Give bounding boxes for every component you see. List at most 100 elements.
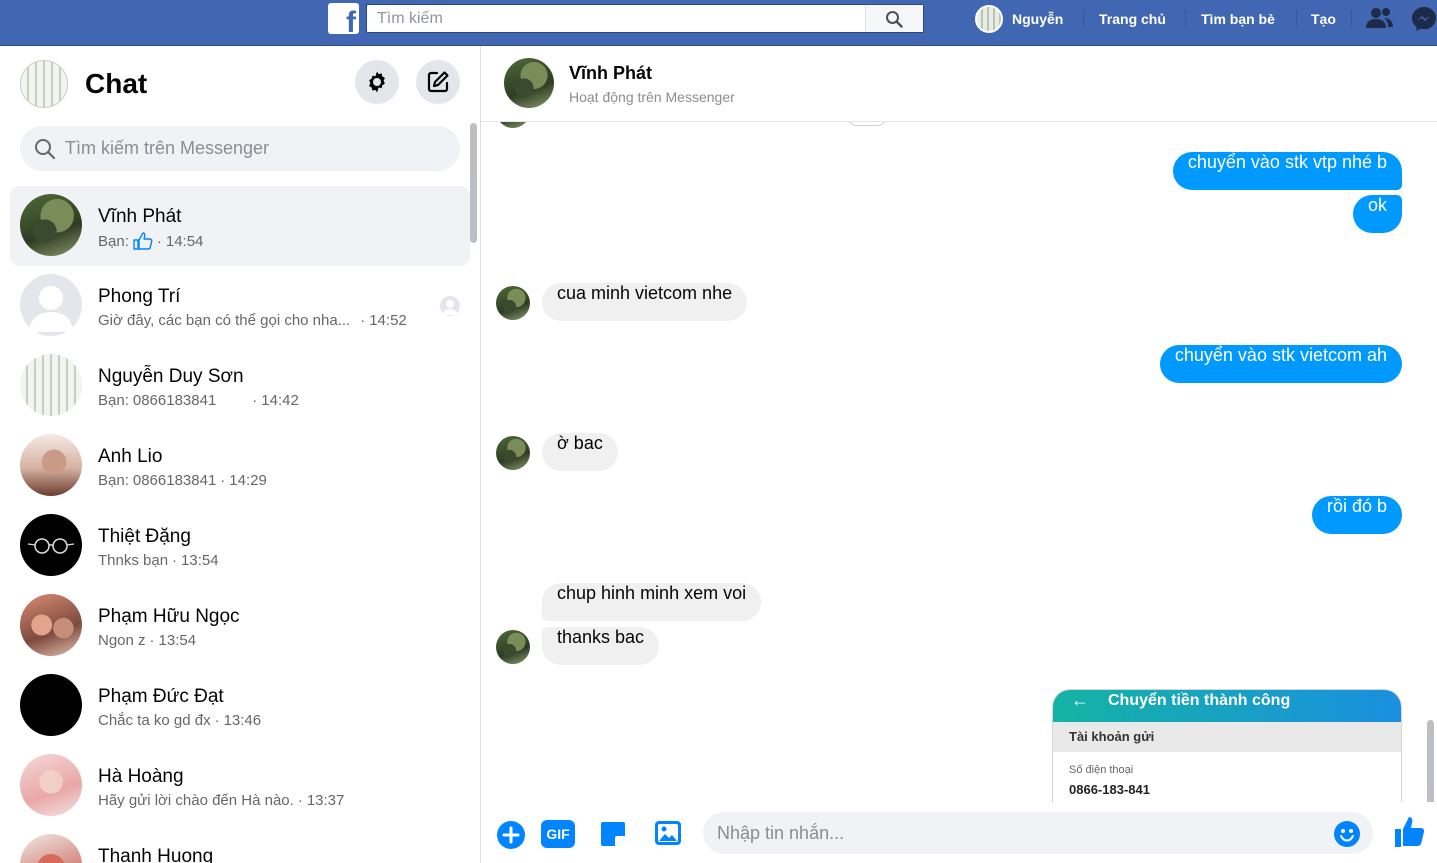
- conversation-item[interactable]: Vĩnh Phát Bạn: · 14:54: [10, 186, 470, 266]
- search-button[interactable]: [865, 5, 923, 32]
- emoji-icon[interactable]: [1333, 820, 1361, 848]
- reaction-badge[interactable]: [847, 122, 887, 126]
- conversation-preview: Chắc ta ko gd đx · 13:46: [98, 712, 261, 729]
- contact-status: Hoạt động trên Messenger: [569, 89, 735, 105]
- plus-circle-icon[interactable]: [496, 820, 526, 850]
- facebook-logo-icon[interactable]: f: [328, 3, 359, 34]
- separator: ·: [297, 792, 303, 809]
- nav-home-link[interactable]: Trang chủ: [1099, 11, 1166, 27]
- messenger-icon[interactable]: [1410, 5, 1437, 33]
- contact-message-avatar: [496, 436, 530, 470]
- nav-create-link[interactable]: Tạo: [1311, 11, 1336, 27]
- nav-find-friends-link[interactable]: Tìm bạn bè: [1201, 11, 1275, 27]
- conversation-preview: Bạn: · 14:54: [98, 232, 203, 250]
- conversation-item[interactable]: Thanh Huong: [10, 826, 470, 863]
- global-search-input[interactable]: [367, 5, 867, 32]
- message-bubble-outgoing[interactable]: ok: [1352, 195, 1402, 233]
- settings-button[interactable]: [355, 60, 399, 104]
- avatar: [20, 274, 82, 336]
- conversation-item[interactable]: Nguyễn Duy Sơn Bạn: 0866183841 · 14:42: [10, 346, 470, 426]
- preview-time: 14:42: [261, 392, 299, 409]
- thumbs-up-icon: [133, 232, 153, 250]
- seen-avatar-icon: [440, 296, 460, 316]
- my-avatar[interactable]: [20, 60, 68, 108]
- conversation-item[interactable]: Phạm Đức Đạt Chắc ta ko gd đx · 13:46: [10, 666, 470, 746]
- message-bubble-incoming[interactable]: chup hinh minh xem voi: [542, 583, 762, 621]
- gif-button[interactable]: GIF: [541, 820, 575, 848]
- thumbs-up-send-icon[interactable]: [1393, 815, 1427, 849]
- separator: ·: [252, 392, 258, 409]
- image-attachment[interactable]: ← Chuyển tiền thành công Tài khoản gửi S…: [1052, 689, 1402, 802]
- preview-text: Thnks bạn: [98, 552, 169, 569]
- back-arrow-icon: ←: [1071, 690, 1089, 710]
- default-user-icon: [29, 286, 73, 332]
- conversation-name: Phạm Đức Đạt: [98, 686, 224, 707]
- attachment-label: Số điện thoại: [1069, 764, 1134, 776]
- profile-link[interactable]: Nguyễn: [975, 4, 1063, 34]
- conversation-item[interactable]: Phạm Hữu Ngọc Ngon z · 13:54: [10, 586, 470, 666]
- preview-prefix: Bạn:: [98, 472, 129, 489]
- avatar: [20, 194, 82, 256]
- profile-name: Nguyễn: [1012, 11, 1064, 27]
- avatar: [20, 434, 82, 496]
- message-bubble-outgoing[interactable]: chuyển vào stk vtp nhé b: [1172, 152, 1402, 190]
- separator: ·: [220, 472, 226, 489]
- message-bubble-outgoing[interactable]: chuyển vào stk vietcom ah: [1159, 345, 1402, 383]
- new-message-button[interactable]: [416, 60, 460, 104]
- conversation-item[interactable]: Hà Hoàng Hãy gửi lời chào đến Hà nào. · …: [10, 746, 470, 826]
- preview-text: 0866183841: [132, 392, 217, 409]
- conversation-panel: Vĩnh Phát Hoạt động trên Messenger chuyể…: [481, 46, 1437, 863]
- conversation-preview: Bạn: 0866183841 · 14:29: [98, 472, 267, 489]
- sticker-icon[interactable]: [598, 819, 628, 849]
- search-icon: [35, 139, 56, 160]
- contact-avatar[interactable]: [504, 58, 554, 108]
- message-thread: chuyển vào stk vtp nhé b ok cua minh vie…: [481, 122, 1437, 802]
- conversation-name: Thiệt Đặng: [98, 526, 191, 547]
- conversation-item[interactable]: Thiệt Đặng Thnks bạn · 13:54: [10, 506, 470, 586]
- preview-time: 13:46: [223, 712, 262, 729]
- thread-scrollbar[interactable]: [1427, 720, 1434, 802]
- glasses-icon: [27, 538, 75, 554]
- contact-name[interactable]: Vĩnh Phát: [569, 63, 652, 84]
- preview-prefix: Bạn:: [98, 392, 129, 409]
- message-bubble-outgoing[interactable]: rồi đó b: [1311, 496, 1402, 534]
- separator: ·: [214, 712, 220, 729]
- preview-prefix: Bạn:: [98, 232, 129, 250]
- conversation-preview: Giờ đây, các bạn có thể gọi cho nha... ·…: [98, 312, 407, 329]
- message-input[interactable]: [717, 812, 1317, 854]
- message-bubble-incoming[interactable]: cua minh vietcom nhe: [542, 283, 748, 321]
- avatar: [20, 674, 82, 736]
- conversation-name: Nguyễn Duy Sơn: [98, 366, 244, 387]
- conversation-name: Vĩnh Phát: [98, 206, 182, 227]
- conversation-header: Vĩnh Phát Hoạt động trên Messenger: [481, 46, 1437, 122]
- top-navigation-bar: f Nguyễn Trang chủ Tìm bạn bè Tạo: [0, 0, 1437, 46]
- messenger-search: [20, 126, 460, 171]
- image-icon[interactable]: [653, 818, 683, 848]
- preview-time: 14:52: [369, 312, 407, 329]
- conversation-name: Phạm Hữu Ngọc: [98, 606, 240, 627]
- compose-icon: [427, 71, 449, 93]
- attachment-header: ← Chuyển tiền thành công: [1053, 690, 1401, 722]
- preview-time: 14:29: [229, 472, 267, 489]
- conversation-item[interactable]: Phong Trí Giờ đây, các bạn có thể gọi ch…: [10, 266, 470, 346]
- friend-requests-icon[interactable]: [1365, 6, 1395, 30]
- preview-time: 13:37: [306, 792, 345, 809]
- conversation-name: Anh Lio: [98, 446, 163, 467]
- gear-icon: [369, 71, 385, 93]
- messenger-search-input[interactable]: [65, 126, 445, 171]
- search-icon: [886, 11, 903, 28]
- contact-message-avatar: [496, 122, 530, 128]
- message-bubble-incoming[interactable]: ờ bac: [542, 433, 618, 471]
- conversation-preview: Thnks bạn · 13:54: [98, 552, 219, 569]
- conversation-item[interactable]: Anh Lio Bạn: 0866183841 · 14:29: [10, 426, 470, 506]
- preview-text: Ngon z: [98, 632, 146, 649]
- sidebar-scrollbar[interactable]: [470, 123, 477, 243]
- nav-divider: [1296, 10, 1297, 28]
- conversation-preview: Ngon z · 13:54: [98, 632, 196, 649]
- avatar: [20, 354, 82, 416]
- conversation-name: Thanh Huong: [98, 846, 214, 863]
- separator: ·: [156, 232, 162, 250]
- message-bubble-incoming[interactable]: thanks bac: [542, 627, 660, 665]
- sidebar-title: Chat: [85, 68, 148, 99]
- conversation-preview: Bạn: 0866183841 · 14:42: [98, 392, 299, 409]
